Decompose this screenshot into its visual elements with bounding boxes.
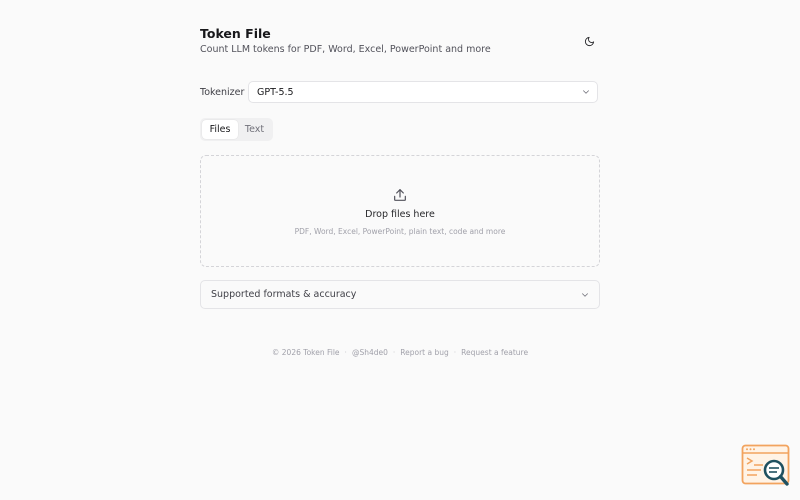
request-feature-link[interactable]: Request a feature (461, 348, 528, 357)
accordion-label: Supported formats & accuracy (211, 289, 357, 300)
footer-separator: · (392, 348, 396, 357)
footer-separator: · (344, 348, 347, 357)
tab-files[interactable]: Files (202, 120, 238, 139)
tokenizer-select[interactable]: GPT-5.5 (248, 81, 598, 103)
page-title: Token File (200, 26, 271, 41)
page-subtitle: Count LLM tokens for PDF, Word, Excel, P… (200, 44, 491, 55)
moon-icon (584, 36, 594, 46)
supported-formats-accordion[interactable]: Supported formats & accuracy (200, 280, 600, 309)
upload-icon (394, 189, 406, 201)
app-badge-icon[interactable] (741, 444, 791, 488)
tokenizer-selected-value: GPT-5.5 (257, 87, 294, 98)
input-mode-tabs: Files Text (200, 118, 273, 141)
footer: © 2026 Token File · @Sh4de0 · Report a bug · R… (200, 348, 600, 357)
chevron-down-icon (583, 90, 589, 94)
file-dropzone[interactable]: Drop files here PDF, Word, Excel, PowerP… (200, 155, 600, 267)
theme-toggle-button[interactable] (580, 32, 598, 50)
footer-handle-link[interactable]: @Sh4de0 (352, 348, 388, 357)
dropzone-subtitle: PDF, Word, Excel, PowerPoint, plain text… (294, 227, 506, 236)
dropzone-title: Drop files here (365, 209, 435, 220)
tokenizer-label: Tokenizer (200, 87, 245, 98)
footer-separator: · (453, 348, 457, 357)
tab-text[interactable]: Text (238, 120, 271, 139)
chevron-down-icon (582, 293, 588, 297)
report-bug-link[interactable]: Report a bug (400, 348, 449, 357)
footer-copyright: © 2026 Token File (271, 348, 340, 357)
